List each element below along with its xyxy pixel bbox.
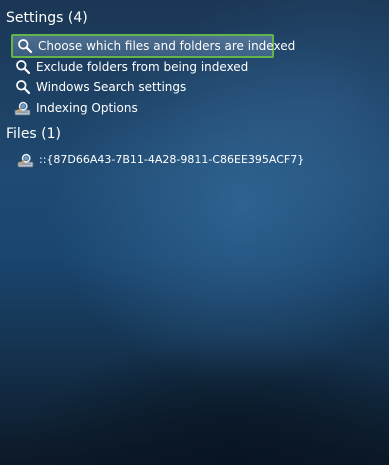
result-label: Indexing Options bbox=[36, 101, 138, 115]
indexing-options-icon bbox=[14, 100, 31, 117]
result-label: Choose which files and folders are index… bbox=[38, 39, 296, 53]
indexing-options-icon bbox=[17, 152, 34, 169]
files-group-header[interactable]: Files (1) bbox=[6, 124, 61, 144]
result-exclude-folders[interactable]: Exclude folders from being indexed bbox=[14, 57, 374, 77]
search-icon bbox=[14, 79, 31, 96]
result-windows-search-settings[interactable]: Windows Search settings bbox=[14, 77, 374, 97]
search-icon bbox=[14, 59, 31, 76]
result-file-guid[interactable]: ::{87D66A43-7B11-4A28-9811-C86EE395ACF7} bbox=[17, 150, 377, 170]
settings-group-header[interactable]: Settings (4) bbox=[6, 8, 88, 28]
result-label: Windows Search settings bbox=[36, 80, 187, 94]
result-label: Exclude folders from being indexed bbox=[36, 60, 249, 74]
result-indexing-options[interactable]: Indexing Options bbox=[14, 98, 374, 118]
search-icon bbox=[16, 38, 33, 55]
result-choose-indexed-files[interactable]: Choose which files and folders are index… bbox=[11, 34, 295, 58]
result-label: ::{87D66A43-7B11-4A28-9811-C86EE395ACF7} bbox=[39, 153, 305, 166]
